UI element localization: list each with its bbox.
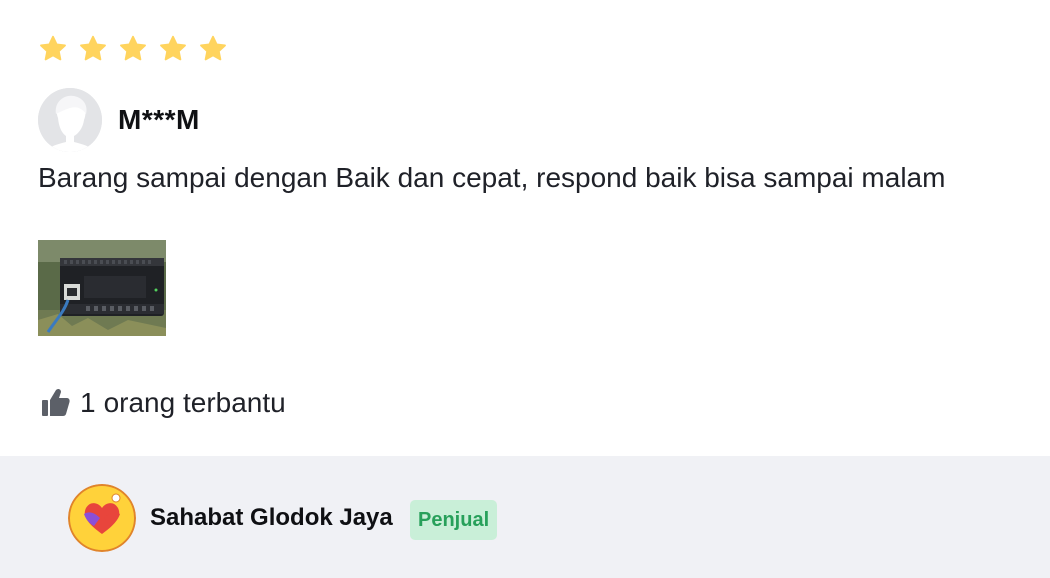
- reviewer: M***M: [38, 88, 200, 152]
- review-card: M***M Barang sampai dengan Baik dan cepa…: [0, 0, 1050, 456]
- seller-name: Sahabat Glodok Jaya: [150, 504, 393, 531]
- helpful-button[interactable]: 1 orang terbantu: [38, 386, 286, 420]
- seller-reply-bar: Sahabat Glodok Jaya Penjual: [0, 456, 1050, 578]
- review-text: Barang sampai dengan Baik dan cepat, res…: [38, 162, 946, 193]
- star-icon: [120, 35, 146, 61]
- star-icon: [80, 35, 106, 61]
- review-photo[interactable]: [38, 240, 166, 336]
- star-icon: [40, 35, 66, 61]
- thumbs-up-icon: [42, 388, 70, 416]
- helpful-count: 1: [80, 387, 96, 418]
- reviewer-name: M***M: [118, 104, 200, 135]
- star-icon: [160, 35, 186, 61]
- star-icon: [200, 35, 226, 61]
- helpful-label: orang terbantu: [103, 387, 286, 418]
- seller-badge: Penjual: [410, 500, 498, 540]
- user-avatar-icon: [38, 88, 102, 152]
- star-rating: [38, 34, 228, 64]
- seller-logo-icon: [68, 484, 136, 552]
